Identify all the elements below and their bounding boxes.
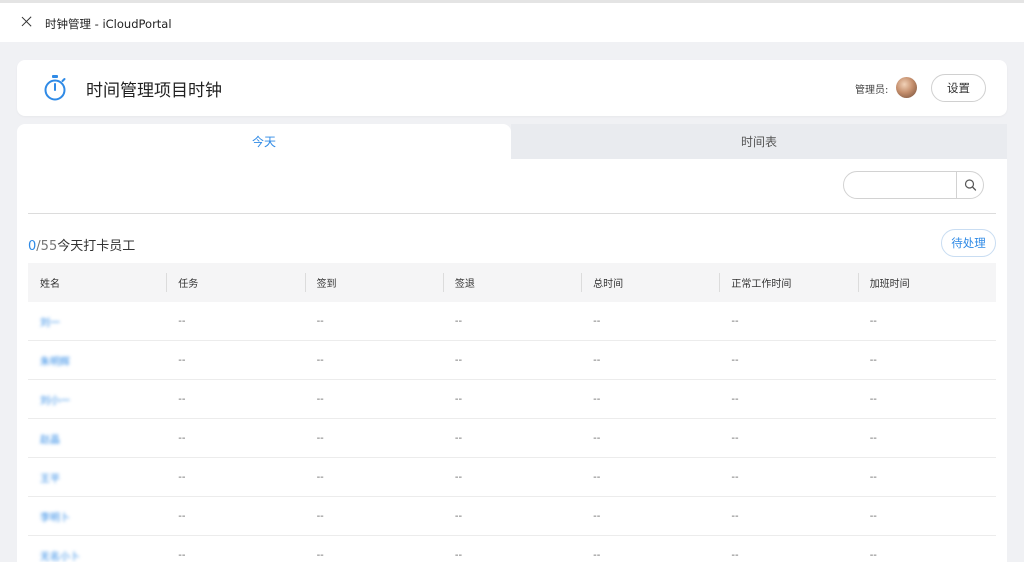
task-cell: -- xyxy=(178,393,186,405)
search-icon xyxy=(964,179,977,191)
sign-out-cell: -- xyxy=(454,354,463,366)
sign-in-cell: -- xyxy=(316,549,324,561)
sign-out-cell: -- xyxy=(454,432,463,444)
table-row: 朱明辉 -- -- -- -- -- -- xyxy=(28,341,996,380)
name-cell: 刘小一 xyxy=(28,380,166,418)
name-cell: 刘一 xyxy=(28,302,166,340)
page-title: 时间管理项目时钟 xyxy=(86,81,222,101)
sign-in-cell: -- xyxy=(316,510,324,522)
clock-in-summary: 0/55今天打卡员工 xyxy=(28,235,135,254)
sign-out-cell: -- xyxy=(454,315,463,327)
sign-out-cell: -- xyxy=(454,549,463,561)
total-time-cell: -- xyxy=(593,549,601,561)
task-cell: -- xyxy=(178,471,186,483)
divider xyxy=(28,213,996,214)
settings-button[interactable]: 设置 xyxy=(931,74,986,102)
sign-out-cell: -- xyxy=(454,471,463,483)
summary-label: 今天打卡员工 xyxy=(57,239,136,254)
overtime-cell: -- xyxy=(869,432,877,444)
attendance-table: 姓名 任务 签到 签退 总时间 正常工作时间 加班时间 刘一 -- -- -- -- --… xyxy=(28,263,996,562)
sign-in-cell: -- xyxy=(316,432,324,444)
regular-time-cell: -- xyxy=(731,432,739,444)
overtime-cell: -- xyxy=(869,510,877,522)
employee-name-link[interactable]: 赵晶 xyxy=(40,431,60,446)
column-header-sign-out[interactable]: 签退 xyxy=(442,263,581,302)
avatar[interactable] xyxy=(896,77,917,98)
total-time-cell: -- xyxy=(593,471,601,483)
total-employee-count: 55 xyxy=(40,239,58,254)
table-row: 无名小卜 -- -- -- -- -- -- xyxy=(28,536,996,562)
column-header-sign-in[interactable]: 签到 xyxy=(304,263,443,302)
total-time-cell: -- xyxy=(593,393,601,405)
total-time-cell: -- xyxy=(593,510,601,522)
sign-in-cell: -- xyxy=(316,354,324,366)
task-cell: -- xyxy=(178,432,186,444)
overtime-cell: -- xyxy=(869,393,877,405)
pending-button[interactable]: 待处理 xyxy=(941,229,996,257)
name-cell: 朱明辉 xyxy=(28,341,166,379)
name-cell: 王平 xyxy=(28,458,166,496)
total-time-cell: -- xyxy=(593,432,601,444)
table-header: 姓名 任务 签到 签退 总时间 正常工作时间 加班时间 xyxy=(28,263,996,302)
table-row: 刘一 -- -- -- -- -- -- xyxy=(28,302,996,341)
regular-time-cell: -- xyxy=(731,315,739,327)
regular-time-cell: -- xyxy=(731,354,739,366)
overtime-cell: -- xyxy=(869,471,877,483)
sign-out-cell: -- xyxy=(454,393,463,405)
total-time-cell: -- xyxy=(593,354,601,366)
sign-out-cell: -- xyxy=(454,510,463,522)
column-header-overtime[interactable]: 加班时间 xyxy=(857,263,996,302)
search-button[interactable] xyxy=(956,172,983,198)
column-header-total-time[interactable]: 总时间 xyxy=(581,263,719,302)
search-input[interactable] xyxy=(844,172,956,198)
employee-name-link[interactable]: 无名小卜 xyxy=(40,548,80,562)
window-title: 时钟管理 - iCloudPortal xyxy=(45,17,172,31)
regular-time-cell: -- xyxy=(731,393,739,405)
regular-time-cell: -- xyxy=(731,510,739,522)
column-header-task[interactable]: 任务 xyxy=(166,263,304,302)
employee-name-link[interactable]: 朱明辉 xyxy=(40,353,70,368)
title-bar: 时钟管理 - iCloudPortal xyxy=(0,0,1024,42)
task-cell: -- xyxy=(178,315,186,327)
table-row: 刘小一 -- -- -- -- -- -- xyxy=(28,380,996,419)
sign-in-cell: -- xyxy=(316,393,324,405)
regular-time-cell: -- xyxy=(731,471,739,483)
table-row: 赵晶 -- -- -- -- -- -- xyxy=(28,419,996,458)
name-cell: 赵晶 xyxy=(28,419,166,457)
employee-name-link[interactable]: 刘小一 xyxy=(40,392,70,407)
app-header: 时间管理项目时钟 管理员: 设置 xyxy=(17,60,1007,116)
task-cell: -- xyxy=(178,354,186,366)
overtime-cell: -- xyxy=(869,549,877,561)
employee-name-link[interactable]: 刘一 xyxy=(40,314,60,329)
search-box xyxy=(843,171,984,199)
employee-name-link[interactable]: 王平 xyxy=(40,470,60,485)
employee-name-link[interactable]: 李明卜 xyxy=(40,509,70,524)
table-row: 王平 -- -- -- -- -- -- xyxy=(28,458,996,497)
table-row: 李明卜 -- -- -- -- -- -- xyxy=(28,497,996,536)
regular-time-cell: -- xyxy=(731,549,739,561)
tab-today[interactable]: 今天 xyxy=(17,124,511,159)
column-header-regular-time[interactable]: 正常工作时间 xyxy=(719,263,857,302)
name-cell: 无名小卜 xyxy=(28,536,166,562)
column-header-name[interactable]: 姓名 xyxy=(28,263,166,302)
admin-label: 管理员: xyxy=(855,85,889,96)
total-time-cell: -- xyxy=(593,315,601,327)
close-icon[interactable] xyxy=(19,13,35,29)
task-cell: -- xyxy=(178,549,186,561)
sign-in-cell: -- xyxy=(316,315,324,327)
task-cell: -- xyxy=(178,510,186,522)
stopwatch-icon xyxy=(44,75,66,101)
overtime-cell: -- xyxy=(869,315,877,327)
overtime-cell: -- xyxy=(869,354,877,366)
tab-timesheet[interactable]: 时间表 xyxy=(511,124,1007,159)
tab-bar: 今天 时间表 xyxy=(17,124,1007,159)
sign-in-cell: -- xyxy=(316,471,324,483)
name-cell: 李明卜 xyxy=(28,497,166,535)
table-body: 刘一 -- -- -- -- -- -- 朱明辉 -- -- -- -- -- -- 刘小一 -- -- -- --… xyxy=(28,302,996,562)
today-panel: 0/55今天打卡员工 待处理 姓名 任务 签到 签退 总时间 正常工作时间 加班… xyxy=(17,159,1007,562)
